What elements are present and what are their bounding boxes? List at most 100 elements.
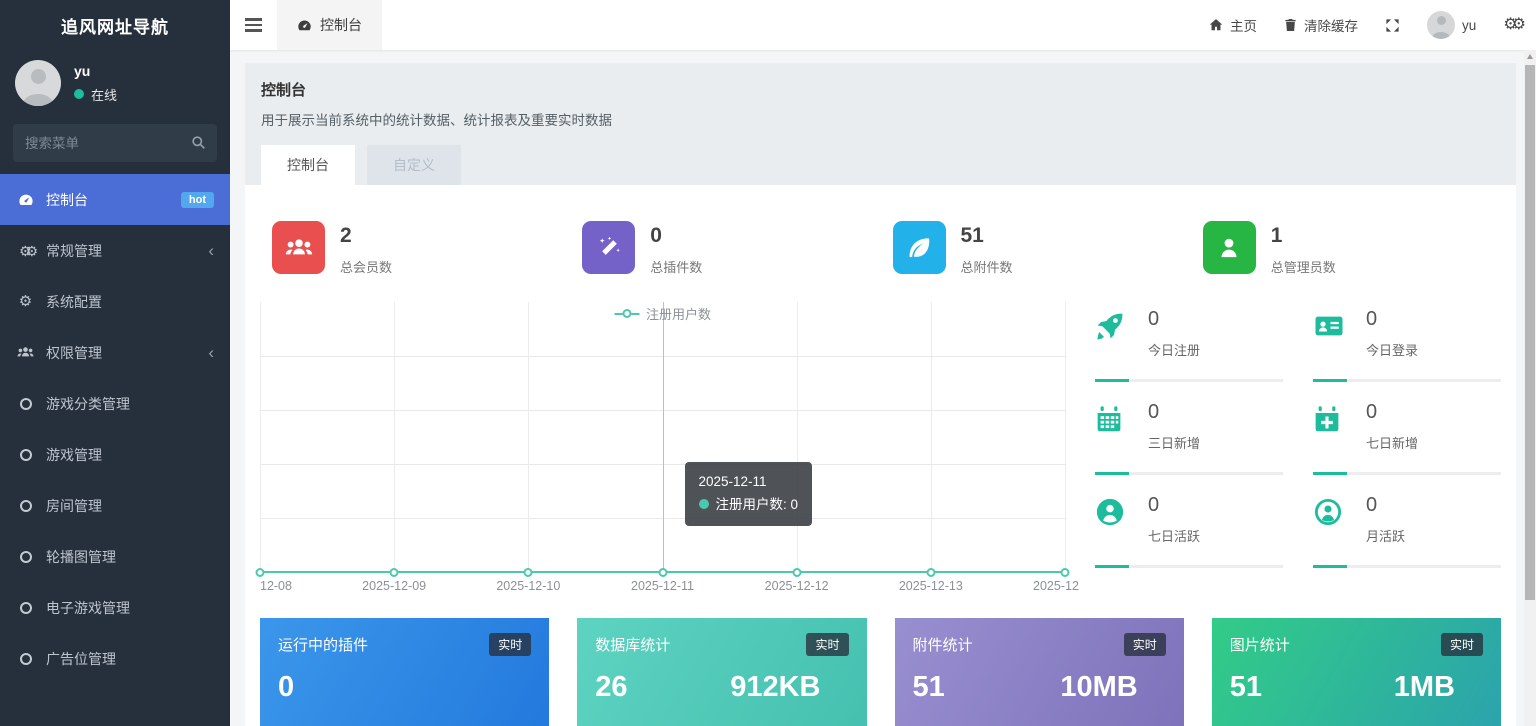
mini-stat-value: 0 [1148,308,1160,330]
realtime-badge: 实时 [489,633,532,656]
tab-dashboard[interactable]: 控制台 [277,0,382,50]
chart-x-label: 2025-12-11 [630,579,695,593]
sidebar-item-label: 游戏管理 [46,446,102,463]
stat-value: 0 [650,224,662,247]
mini-stat-value: 0 [1366,401,1378,423]
mini-stat-bar [1313,565,1501,568]
mini-stat-3day-new: 0 三日新增 [1095,395,1283,488]
mini-stat-label: 三日新增 [1148,436,1201,451]
sidebar-item-label: 常规管理 [46,242,102,259]
panel-tabs: 控制台 自定义 [261,145,1500,185]
gears-icon: ⚙⚙ [18,242,38,259]
sidebar-item-dashboard[interactable]: 控制台 hot [0,174,230,225]
topbar-user[interactable]: yu [1427,11,1476,39]
expand-icon [1385,18,1400,33]
card-running-plugins: 运行中的插件 实时 0 [260,618,550,726]
settings-button[interactable]: ⚙⚙ [1503,17,1526,33]
home-link[interactable]: 主页 [1209,15,1257,35]
users-icon [16,345,35,360]
card-value: 0 [278,671,295,703]
mini-stat-value: 0 [1148,401,1160,423]
online-status-dot [74,89,84,99]
page-subtitle: 用于展示当前系统中的统计数据、统计报表及重要实时数据 [261,113,612,128]
scrollbar-thumb[interactable] [1525,65,1535,600]
sidebar-item-game-category[interactable]: 游戏分类管理 [0,378,230,429]
sidebar-item-config[interactable]: ⚙ 系统配置 [0,276,230,327]
sidebar-item-egame[interactable]: 电子游戏管理 [0,582,230,633]
mini-stat-bar [1095,565,1283,568]
chart-data-point [523,568,533,577]
fullscreen-button[interactable] [1385,18,1400,33]
mini-stat-label: 月活跃 [1366,529,1406,544]
chart-data-point [792,568,802,577]
stat-value: 51 [960,224,984,247]
topbar: 控制台 主页 清除缓存 yu ⚙⚙ [230,0,1536,50]
trash-icon [1284,18,1297,32]
dashboard-icon [297,18,312,33]
menu-toggle-button[interactable] [245,18,262,32]
card-value-size: 912KB [730,671,821,703]
sidebar-item-auth[interactable]: 权限管理 ‹ [0,327,230,378]
realtime-cards-row: 运行中的插件 实时 0 数据库统计 实时 26 912KB 附件统计 实时 51… [260,618,1501,726]
scrollbar[interactable] [1524,50,1536,726]
chart-gridline-v [1065,302,1066,572]
user-avatar [1427,11,1456,39]
sidebar-item-room[interactable]: 房间管理 [0,480,230,531]
dashboard-panel: 控制台 用于展示当前系统中的统计数据、统计报表及重要实时数据 控制台 自定义 2… [245,63,1516,726]
realtime-badge: 实时 [1440,633,1483,656]
stat-card-attachments: 51 总附件数 [881,221,1191,276]
search-icon[interactable] [191,135,206,150]
sidebar-item-game[interactable]: 游戏管理 [0,429,230,480]
chart-gridline-v [394,302,396,572]
chart-data-point [255,568,265,577]
sidebar-item-banner[interactable]: 轮播图管理 [0,531,230,582]
mini-stats-grid: 0 今日注册 0 今日登录 0 三日新增 0 七日新增 0 七日活跃 0 月活跃 [1095,302,1501,598]
realtime-badge: 实时 [806,633,849,656]
mini-stat-label: 七日活跃 [1148,529,1201,544]
series-dot-icon [698,498,709,509]
chart-x-label: 2025-12-13 [898,579,963,593]
user-circle-outline-icon [1313,494,1351,545]
mini-stat-month-active: 0 月活跃 [1313,488,1501,581]
card-value: 26 [595,671,628,703]
chart-data-point [926,568,936,577]
sidebar-item-label: 轮播图管理 [46,548,116,565]
stat-label: 总插件数 [650,260,703,275]
leaf-icon [892,221,946,274]
search-input[interactable] [13,124,217,162]
gear-icon: ⚙ [18,293,33,310]
tab-custom[interactable]: 自定义 [367,145,461,185]
legend-label: 注册用户数 [645,307,712,322]
tab-console[interactable]: 控制台 [261,145,355,185]
mini-stat-bar [1313,379,1501,382]
sidebar-item-general[interactable]: ⚙⚙ 常规管理 ‹ [0,225,230,276]
mini-stat-bar [1095,379,1283,382]
scrollbar-up-arrow[interactable] [1524,50,1536,63]
chart-x-label: 2025-12-12 [764,579,829,593]
card-value-size: 10MB [1060,671,1138,703]
clear-cache-label: 清除缓存 [1304,19,1359,34]
sidebar: 追风网址导航 yu 在线 控制台 hot ⚙⚙ 常规管理 ‹ [0,0,230,726]
sidebar-item-label: 电子游戏管理 [46,599,130,616]
chart-x-labels: 2025-12-08 2025-12-09 2025-12-10 2025-12-11… [260,572,1079,598]
chart-legend[interactable]: 注册用户数 [613,304,712,323]
tab-label: 控制台 [320,17,362,33]
mini-stat-value: 0 [1148,494,1160,516]
chart-gridline-v [796,302,798,572]
sidebar-item-adspace[interactable]: 广告位管理 [0,633,230,684]
registrations-chart: 注册用户数 2025-12-11 注册用户数: 0 2025-12-082025… [255,302,1079,598]
sidebar-item-label: 权限管理 [46,344,102,361]
circle-icon [16,397,35,410]
mini-stat-bar [1313,472,1501,475]
stat-label: 总附件数 [960,260,1013,275]
mini-stat-value: 0 [1366,494,1378,516]
admin-user-icon [1202,221,1256,274]
card-title: 数据库统计 [595,637,671,654]
sidebar-item-label: 房间管理 [46,497,102,514]
dashboard-icon [16,192,35,208]
user-avatar [15,60,61,106]
chevron-left-icon: ‹ [208,343,214,362]
clear-cache-button[interactable]: 清除缓存 [1284,15,1358,35]
user-circle-icon [1095,494,1133,545]
tooltip-date: 2025-12-11 [698,474,767,489]
